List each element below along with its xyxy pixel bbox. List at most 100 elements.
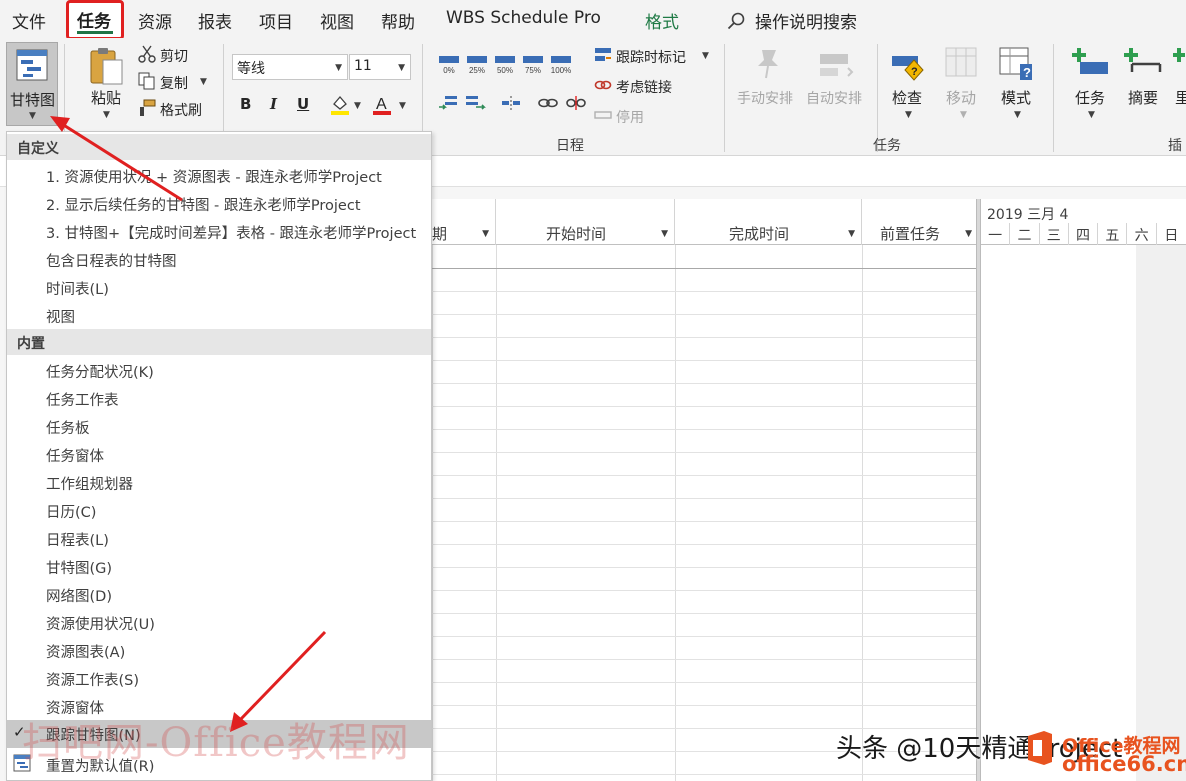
format-painter-icon[interactable] xyxy=(138,99,156,117)
tab-format[interactable]: 格式 xyxy=(645,8,679,33)
tab-project[interactable]: 项目 xyxy=(259,8,293,33)
menu-item-custom-2[interactable]: 2. 显示后续任务的甘特图 - 跟连永老师学Project xyxy=(46,194,361,215)
font-size-combo[interactable]: 11 ▼ xyxy=(349,54,411,80)
gantt-chart-button[interactable]: 甘特图 ▼ xyxy=(6,42,58,126)
column-header-predecessors[interactable]: 前置任务 ▼ xyxy=(862,199,978,245)
insert-task-dropdown-caret[interactable]: ▼ xyxy=(1088,110,1095,120)
column-header-duration[interactable]: 期 ▼ xyxy=(432,199,496,245)
percent-complete-bar-icon xyxy=(439,56,459,63)
column-filter-caret[interactable]: ▼ xyxy=(965,229,972,239)
cut-icon[interactable] xyxy=(138,45,156,63)
copy-label[interactable]: 复制 xyxy=(160,73,188,93)
insert-task-icon[interactable] xyxy=(1070,46,1110,80)
menu-item-resource-graph[interactable]: 资源图表(A) xyxy=(46,641,125,662)
percent-complete-4-button[interactable]: 100% xyxy=(549,54,573,82)
track-mark-dropdown-caret[interactable]: ▼ xyxy=(702,51,709,61)
column-filter-caret[interactable]: ▼ xyxy=(848,229,855,239)
insert-milestone-label-partial[interactable]: 里 xyxy=(1175,87,1186,108)
insert-summary-icon[interactable] xyxy=(1122,46,1162,80)
respect-links-icon[interactable] xyxy=(594,76,612,94)
tab-view[interactable]: 视图 xyxy=(320,8,354,33)
timescale-day: 二 xyxy=(1010,223,1040,245)
tab-help[interactable]: 帮助 xyxy=(381,8,415,33)
font-color-icon[interactable]: A xyxy=(372,94,392,116)
unlink-tasks-icon[interactable] xyxy=(565,94,587,112)
ribbon-separator xyxy=(1053,44,1054,152)
watermark-text: 扫吧网-Office教程网 xyxy=(22,720,410,766)
menu-item-team-planner[interactable]: 工作组规划器 xyxy=(46,473,133,494)
track-mark-icon[interactable] xyxy=(594,46,612,64)
bold-button[interactable]: B xyxy=(240,95,251,113)
fill-color-icon[interactable] xyxy=(330,94,350,116)
menu-item-custom-3[interactable]: 3. 甘特图+【完成时间差异】表格 - 跟连永老师学Project xyxy=(46,222,416,243)
copy-icon[interactable] xyxy=(138,72,156,90)
menu-item-view[interactable]: 视图 xyxy=(46,306,75,327)
format-painter-label[interactable]: 格式刷 xyxy=(160,100,202,120)
gantt-chart-area[interactable] xyxy=(981,245,1186,781)
menu-item-task-board[interactable]: 任务板 xyxy=(46,417,90,438)
menu-item-resource-sheet[interactable]: 资源工作表(S) xyxy=(46,669,139,690)
paste-dropdown-caret[interactable]: ▼ xyxy=(103,110,110,120)
tell-me-search[interactable]: 操作说明搜索 xyxy=(727,8,857,33)
menu-item-task-form[interactable]: 任务窗体 xyxy=(46,445,104,466)
timescale-day: 六 xyxy=(1127,223,1157,245)
insert-task-label[interactable]: 任务 xyxy=(1075,87,1105,108)
copy-dropdown-caret[interactable]: ▼ xyxy=(200,77,207,87)
inspect-label[interactable]: 检查 xyxy=(892,87,922,108)
font-name-combo[interactable]: 等线 ▼ xyxy=(232,54,348,80)
font-color-dropdown-caret[interactable]: ▼ xyxy=(399,101,406,111)
percent-complete-1-button[interactable]: 25% xyxy=(465,54,489,82)
underline-button[interactable]: U xyxy=(297,95,309,113)
office-logo-icon xyxy=(1028,731,1052,765)
font-name-dropdown-caret[interactable]: ▼ xyxy=(335,63,342,73)
menu-item-task-sheet[interactable]: 任务工作表 xyxy=(46,389,119,410)
font-size-dropdown-caret[interactable]: ▼ xyxy=(398,63,405,73)
search-label: 操作说明搜索 xyxy=(755,13,857,33)
gantt-chart-dropdown-caret: ▼ xyxy=(29,111,36,121)
insert-summary-label[interactable]: 摘要 xyxy=(1128,87,1158,108)
task-mode-dropdown-caret[interactable]: ▼ xyxy=(1014,110,1021,120)
tab-file[interactable]: 文件 xyxy=(12,8,46,33)
menu-item-resource-usage[interactable]: 资源使用状况(U) xyxy=(46,613,155,634)
menu-item-network-diagram[interactable]: 网络图(D) xyxy=(46,585,112,606)
inspect-icon[interactable]: ? xyxy=(890,46,926,82)
menu-item-timeline[interactable]: 时间表(L) xyxy=(46,278,109,299)
task-mode-label[interactable]: 模式 xyxy=(1001,87,1031,108)
percent-complete-0-button[interactable]: 0% xyxy=(437,54,461,82)
menu-item-task-usage[interactable]: 任务分配状况(K) xyxy=(46,361,154,382)
column-header-finish[interactable]: 完成时间 ▼ xyxy=(675,199,862,245)
respect-links-label[interactable]: 考虑链接 xyxy=(616,77,672,97)
track-mark-label[interactable]: 跟踪时标记 xyxy=(616,47,686,67)
insert-group-label-partial: 插 xyxy=(1168,138,1182,154)
column-filter-caret[interactable]: ▼ xyxy=(482,229,489,239)
font-size-value: 11 xyxy=(354,58,372,74)
menu-item-gantt-chart[interactable]: 甘特图(G) xyxy=(46,557,112,578)
tab-task[interactable]: 任务 xyxy=(77,7,111,32)
indent-left-icon[interactable] xyxy=(437,94,459,112)
tab-wbs-schedule-pro[interactable]: WBS Schedule Pro xyxy=(446,8,601,28)
column-filter-caret[interactable]: ▼ xyxy=(661,229,668,239)
indent-right-icon[interactable] xyxy=(464,94,486,112)
split-task-icon[interactable] xyxy=(500,94,522,112)
gantt-chart-icon xyxy=(16,49,48,81)
menu-item-custom-1[interactable]: 1. 资源使用状况 + 资源图表 - 跟连永老师学Project xyxy=(46,166,382,187)
column-header-start[interactable]: 开始时间 ▼ xyxy=(496,199,675,245)
percent-complete-2-button[interactable]: 50% xyxy=(493,54,517,82)
paste-icon[interactable] xyxy=(88,46,124,86)
paste-label[interactable]: 粘贴 xyxy=(91,87,121,108)
menu-bar: 文件 任务 资源 报表 项目 视图 帮助 WBS Schedule Pro 格式… xyxy=(0,0,1186,40)
inspect-dropdown-caret[interactable]: ▼ xyxy=(905,110,912,120)
menu-item-calendar[interactable]: 日历(C) xyxy=(46,501,96,522)
percent-complete-3-button[interactable]: 75% xyxy=(521,54,545,82)
fill-color-dropdown-caret[interactable]: ▼ xyxy=(354,101,361,111)
tab-report[interactable]: 报表 xyxy=(198,8,232,33)
insert-milestone-icon[interactable] xyxy=(1172,46,1186,80)
tab-resource[interactable]: 资源 xyxy=(138,8,172,33)
task-mode-icon[interactable]: ? xyxy=(998,46,1034,82)
menu-item-timeline-builtin[interactable]: 日程表(L) xyxy=(46,529,109,550)
task-table-grid[interactable] xyxy=(432,245,978,781)
menu-item-gantt-with-timeline[interactable]: 包含日程表的甘特图 xyxy=(46,250,177,271)
link-tasks-icon[interactable] xyxy=(537,94,559,112)
cut-label[interactable]: 剪切 xyxy=(160,46,188,66)
italic-button[interactable]: I xyxy=(270,95,277,113)
